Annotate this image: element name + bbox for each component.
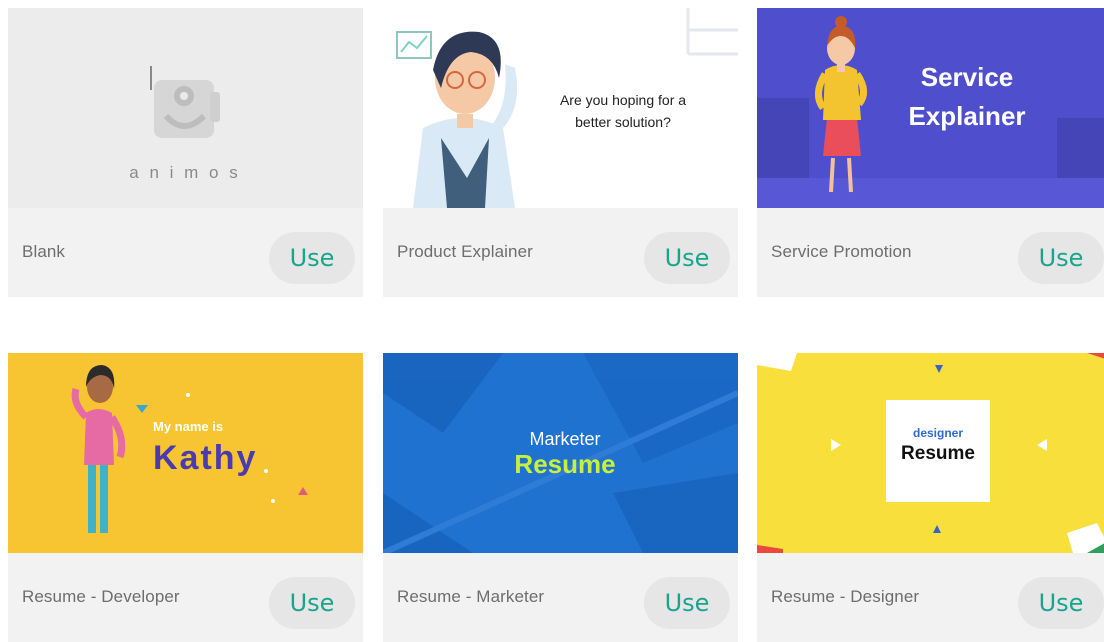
template-name: Resume - Designer (771, 587, 920, 606)
template-thumbnail[interactable]: Are you hoping for a better solution? (383, 8, 738, 208)
template-thumbnail[interactable]: a n i m o s (8, 8, 363, 208)
thumbnail-text-line-2: Kathy (153, 439, 257, 477)
card-footer: Resume - Developer Use (8, 553, 363, 642)
template-thumbnail[interactable]: Marketer Resume (383, 353, 738, 553)
template-thumbnail[interactable]: My name is Kathy (8, 353, 363, 553)
thumbnail-text-line-1: Service (921, 62, 1014, 92)
thumbnail-text-line-1: designer (913, 426, 963, 440)
thumbnail-text-line-1: My name is (153, 419, 223, 434)
thumbnail-text-line-1: Marketer (529, 429, 600, 449)
use-button[interactable]: Use (1018, 577, 1104, 629)
thumbnail-text-line-1: Are you hoping for a (560, 92, 686, 108)
template-thumbnail[interactable]: designer Resume (757, 353, 1104, 553)
template-name: Resume - Marketer (397, 587, 545, 606)
animos-logo: a n i m o s (129, 66, 240, 182)
card-footer: Resume - Designer Use (757, 553, 1104, 642)
use-button[interactable]: Use (269, 577, 355, 629)
woman-character-illustration (815, 16, 867, 193)
thumbnail-text-line-2: better solution? (575, 114, 671, 130)
card-footer: Blank Use (8, 208, 363, 297)
background-frame-decoration (686, 8, 738, 56)
logo-text: a n i m o s (129, 163, 240, 182)
template-thumbnail[interactable]: Service Explainer (757, 8, 1104, 208)
use-button[interactable]: Use (1018, 232, 1104, 284)
thumbnail-text-line-2: Resume (514, 449, 615, 479)
template-card-resume-marketer[interactable]: Marketer Resume Resume - Marketer Use (383, 353, 738, 642)
template-name: Blank (22, 242, 66, 261)
template-card-resume-developer[interactable]: My name is Kathy Resume - Developer Use (8, 353, 363, 642)
template-name: Resume - Developer (22, 587, 180, 606)
template-card-service-promotion[interactable]: Service Explainer Service Promotion Use (757, 8, 1104, 297)
use-button[interactable]: Use (644, 577, 730, 629)
thumbnail-text-line-2: Resume (901, 443, 975, 464)
use-button[interactable]: Use (644, 232, 730, 284)
template-card-product-explainer[interactable]: Are you hoping for a better solution? Pr… (383, 8, 738, 297)
card-footer: Resume - Marketer Use (383, 553, 738, 642)
template-card-resume-designer[interactable]: designer Resume Resume - Designer Use (757, 353, 1104, 642)
template-name: Product Explainer (397, 242, 533, 261)
chart-sign-icon (396, 31, 432, 59)
thumbnail-text-line-2: Explainer (908, 101, 1025, 131)
woman-character-illustration (71, 365, 126, 533)
card-footer: Service Promotion Use (757, 208, 1104, 297)
animos-robot-icon (150, 66, 220, 138)
template-card-blank[interactable]: a n i m o s Blank Use (8, 8, 363, 297)
card-footer: Product Explainer Use (383, 208, 738, 297)
use-button[interactable]: Use (269, 232, 355, 284)
template-name: Service Promotion (771, 242, 912, 261)
